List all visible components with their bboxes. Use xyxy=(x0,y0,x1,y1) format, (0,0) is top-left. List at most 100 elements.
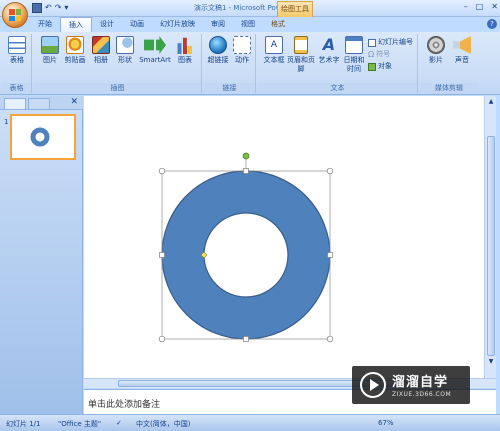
ribbon-group-media: 影片 声音 媒体剪辑 xyxy=(420,34,478,93)
close-icon[interactable]: ✕ xyxy=(70,97,78,107)
resize-handle-top[interactable] xyxy=(243,168,249,174)
tab-slides[interactable] xyxy=(4,98,26,109)
watermark-url: ZIXUE.3D66.COM xyxy=(392,391,452,398)
tab-review[interactable]: 审阅 xyxy=(203,17,233,32)
tab-view[interactable]: 视图 xyxy=(233,17,263,32)
shapes-button[interactable]: 形状 xyxy=(114,36,136,65)
notes-placeholder[interactable]: 单击此处添加备注 xyxy=(88,397,160,410)
table-button[interactable]: 表格 xyxy=(6,36,28,65)
tab-outline[interactable] xyxy=(28,98,50,109)
drawing-tools-context-header: 绘图工具 xyxy=(277,1,313,17)
textbox-button[interactable]: A 文本框 xyxy=(262,36,286,65)
clipart-button-label: 剪贴画 xyxy=(64,56,86,64)
wordart-button[interactable]: A 艺术字 xyxy=(316,36,342,65)
resize-handle-right[interactable] xyxy=(327,252,333,258)
symbol-label: 符号 xyxy=(376,50,391,58)
slide-number-label: 幻灯片编号 xyxy=(378,38,413,46)
redo-icon[interactable]: ↷ xyxy=(55,2,62,14)
ribbon-group-links: 超链接 动作 链接 xyxy=(204,34,256,93)
office-logo xyxy=(9,9,21,21)
resize-handle-left[interactable] xyxy=(159,252,165,258)
text-group-label: 文本 xyxy=(258,83,417,93)
undo-icon[interactable]: ↶ xyxy=(45,2,52,14)
resize-handle-top-right[interactable] xyxy=(326,167,334,175)
slide-counter: 幻灯片 1/1 xyxy=(6,420,41,428)
spellcheck-icon[interactable]: ✓ xyxy=(116,419,122,427)
movie-button[interactable]: 影片 xyxy=(423,36,449,65)
object-label: 对象 xyxy=(378,62,392,70)
table-group-label: 表格 xyxy=(2,83,31,93)
ribbon-tab-row: 开始 插入 设计 动画 幻灯片放映 审阅 视图 格式 ? xyxy=(0,17,500,32)
slide-thumbnail-number: 1 xyxy=(4,118,9,126)
close-button[interactable]: ✕ xyxy=(491,2,498,11)
tab-animation[interactable]: 动画 xyxy=(122,17,152,32)
hyperlink-button[interactable]: 超链接 xyxy=(206,36,230,65)
action-button[interactable]: 动作 xyxy=(231,36,253,65)
qat-customize-icon[interactable]: ▾ xyxy=(64,2,68,14)
scroll-down-icon[interactable]: ▼ xyxy=(486,358,496,365)
slide-number-button[interactable]: 幻灯片编号 xyxy=(368,38,413,47)
chart-button[interactable]: 图表 xyxy=(174,36,196,65)
textbox-button-label: 文本框 xyxy=(263,56,285,64)
illustrations-group-label: 插图 xyxy=(34,83,201,93)
date-time-button-label: 日期和时间 xyxy=(343,56,365,73)
header-footer-button-label: 页眉和页脚 xyxy=(287,56,315,73)
office-button-icon[interactable] xyxy=(2,2,28,28)
minimize-button[interactable]: – xyxy=(464,2,468,11)
help-icon[interactable]: ? xyxy=(487,19,497,29)
tab-home[interactable]: 开始 xyxy=(30,17,60,32)
window-title: 演示文稿1 - Microsoft PowerPoint xyxy=(193,4,307,12)
header-footer-button[interactable]: 页眉和页脚 xyxy=(287,36,315,74)
resize-handle-top-left[interactable] xyxy=(158,167,166,175)
hyperlink-icon xyxy=(209,36,227,54)
resize-handle-bottom-right[interactable] xyxy=(326,335,334,343)
sound-button[interactable]: 声音 xyxy=(450,36,474,65)
ribbon: 表格 表格 图片 剪贴画 相册 形状 SmartArt 图表 插图 超链接 动作… xyxy=(0,32,500,95)
smartart-button[interactable]: SmartArt xyxy=(138,36,172,65)
date-time-button[interactable]: 日期和时间 xyxy=(342,36,366,74)
slides-panel: ✕ 1 xyxy=(0,96,83,414)
rotate-handle[interactable] xyxy=(242,152,250,160)
vertical-scrollbar[interactable]: ▲ ▼ xyxy=(484,96,496,378)
save-icon[interactable] xyxy=(32,3,42,13)
action-button-label: 动作 xyxy=(235,56,249,64)
picture-button-label: 图片 xyxy=(43,56,57,64)
wordart-button-label: 艺术字 xyxy=(318,56,340,64)
chart-icon xyxy=(176,37,194,54)
tab-format[interactable]: 格式 xyxy=(263,17,293,32)
picture-button[interactable]: 图片 xyxy=(40,36,60,65)
photo-album-icon xyxy=(92,36,110,54)
speaker-icon xyxy=(453,36,471,54)
slide-svg xyxy=(158,152,334,343)
omega-icon: Ω xyxy=(368,50,375,59)
zoom-level[interactable]: 67% xyxy=(378,419,394,427)
table-button-label: 表格 xyxy=(10,56,24,64)
photo-album-button[interactable]: 相册 xyxy=(90,36,112,65)
tab-slideshow[interactable]: 幻灯片放映 xyxy=(152,17,203,32)
links-group-label: 链接 xyxy=(204,83,255,93)
picture-icon xyxy=(41,36,59,54)
object-button[interactable]: 对象 xyxy=(368,62,392,71)
film-reel-icon xyxy=(427,36,445,54)
slide-canvas[interactable] xyxy=(84,96,484,378)
action-icon xyxy=(233,36,251,54)
window-controls: – □ ✕ xyxy=(464,2,498,11)
vertical-scroll-thumb[interactable] xyxy=(487,136,495,356)
donut-shape[interactable] xyxy=(161,170,331,340)
scroll-up-icon[interactable]: ▲ xyxy=(486,98,496,105)
smartart-icon xyxy=(144,36,166,54)
watermark-brand: 溜溜自学 xyxy=(392,375,449,390)
wordart-icon: A xyxy=(322,35,336,54)
slide-thumbnail[interactable] xyxy=(10,114,76,160)
tab-design[interactable]: 设计 xyxy=(92,17,122,32)
tab-insert[interactable]: 插入 xyxy=(60,17,92,32)
resize-handle-bottom-left[interactable] xyxy=(158,335,166,343)
clipart-icon xyxy=(66,36,84,54)
resize-handle-bottom[interactable] xyxy=(243,336,249,342)
clipart-button[interactable]: 剪贴画 xyxy=(62,36,88,65)
header-footer-icon xyxy=(294,36,308,54)
maximize-button[interactable]: □ xyxy=(476,2,484,11)
language-indicator[interactable]: 中文(简体，中国) xyxy=(136,419,190,429)
ribbon-group-text: A 文本框 页眉和页脚 A 艺术字 日期和时间 幻灯片编号 Ω 符号 对象 文本 xyxy=(258,34,418,93)
symbol-button[interactable]: Ω 符号 xyxy=(368,50,390,59)
